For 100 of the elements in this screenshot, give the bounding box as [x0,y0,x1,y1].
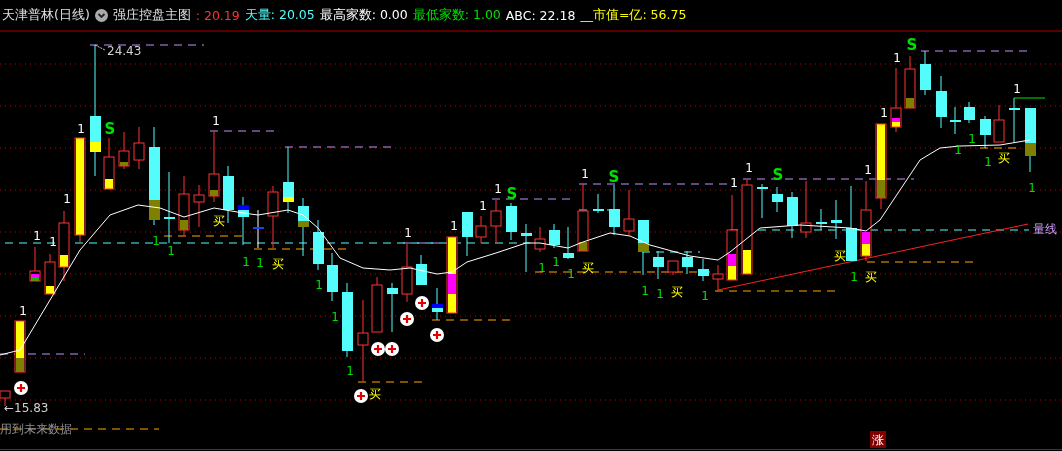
candlestick [238,196,249,246]
price-label: 24.43 [107,44,142,58]
candlestick [920,50,931,96]
candlestick [712,264,724,292]
signal-label: 买 [998,150,1010,165]
candlestick [44,253,56,295]
signal-label: S [506,184,518,203]
signal-label: 1 [152,233,160,248]
signal-label: 1 [315,277,323,292]
candlestick [638,219,649,276]
candlestick [993,104,1005,143]
signal-label: 1 [984,154,992,169]
signal-label: 1 [745,160,753,175]
candlestick [756,183,769,219]
stock-name: 天津普林(日线) [2,6,90,24]
signal-label: 1 [212,113,220,128]
level-line [641,251,701,253]
signal-label: 1 [479,198,487,213]
candlestick [521,223,532,273]
candlestick [252,209,265,249]
plus-circle-icon [354,389,368,403]
candlestick [193,184,205,228]
signal-label: 1 [864,162,872,177]
indicator-readout: 最高家数: 0.00 [319,6,408,24]
candlestick [462,211,473,257]
signal-label: 买 [272,256,284,271]
signal-label: 1 [641,283,649,298]
candlestick [890,67,902,133]
rise-badge: 涨 [870,431,886,448]
signal-label: 1 [954,142,962,157]
signal-label: 1 [33,228,41,243]
candlestick [936,75,947,129]
candlestick [698,258,709,282]
signal-label: 买 [582,260,594,275]
candlestick [623,189,635,236]
signal-label: 1 [552,254,560,269]
signal-label: S [608,167,620,186]
candlestick [475,215,487,244]
line-label: 量线 [1033,222,1057,236]
candlestick [313,219,324,271]
signal-label: 1 [331,309,339,324]
candlestick [506,202,517,241]
signal-label: 1 [1013,81,1021,96]
candlestick [14,320,26,373]
dropdown-icon[interactable] [94,8,108,22]
candlestick [816,208,827,231]
signal-label: 1 [581,166,589,181]
indicator-readout: ABC: 22.18 [505,7,576,23]
candlestick [1008,97,1021,143]
signal-label: 1 [494,181,502,196]
signal-label: 1 [656,286,664,301]
signal-label: 1 [567,266,575,281]
candlestick [653,250,664,280]
signal-label: 买 [671,284,683,299]
candlestick [800,180,812,239]
signal-label: 1 [538,260,546,275]
candlestick [371,276,383,333]
indicator-readout: __市值=亿: 56.75 [580,6,687,24]
plus-circle-icon [385,342,399,356]
resistance-line [1013,97,1046,99]
signal-label: 1 [968,131,976,146]
candlestick [964,101,975,124]
candlestick [387,282,398,333]
signal-label: 1 [19,303,27,318]
candlestick [904,55,916,109]
signal-label: 1 [49,234,57,249]
plus-circle-icon [371,342,385,356]
candlestick [949,106,962,135]
signal-label: 1 [893,50,901,65]
candlestick [609,184,620,236]
candlestick [223,165,234,224]
indicator-readout: : 20.19 [195,7,240,23]
signal-label: 1 [701,288,709,303]
candlestick [29,246,41,282]
candlestick [118,131,130,170]
price-label: ←15.83 [4,401,49,415]
candlestick [490,199,502,244]
candlestick [58,210,70,282]
candlestick [549,223,560,249]
plus-circle-icon [430,328,444,342]
candlestick [667,260,679,276]
signal-label: 1 [77,121,85,136]
candlestick [267,185,279,249]
signal-label: 买 [834,248,846,263]
candlestick [416,254,427,286]
signal-label: 买 [213,213,225,228]
leader-line [94,44,106,51]
signal-label: S [104,119,116,138]
signal-label: 1 [63,191,71,206]
candlestick [980,115,991,149]
candlestick [133,126,145,170]
candlestick [831,199,842,240]
candlestick [327,252,338,302]
candlestick [401,243,413,303]
signal-label: S [906,35,918,54]
signal-label: 买 [865,269,877,284]
plus-circle-icon [14,381,28,395]
candlestick [178,175,190,236]
signal-label: 1 [256,255,264,270]
candlestick [787,191,798,239]
